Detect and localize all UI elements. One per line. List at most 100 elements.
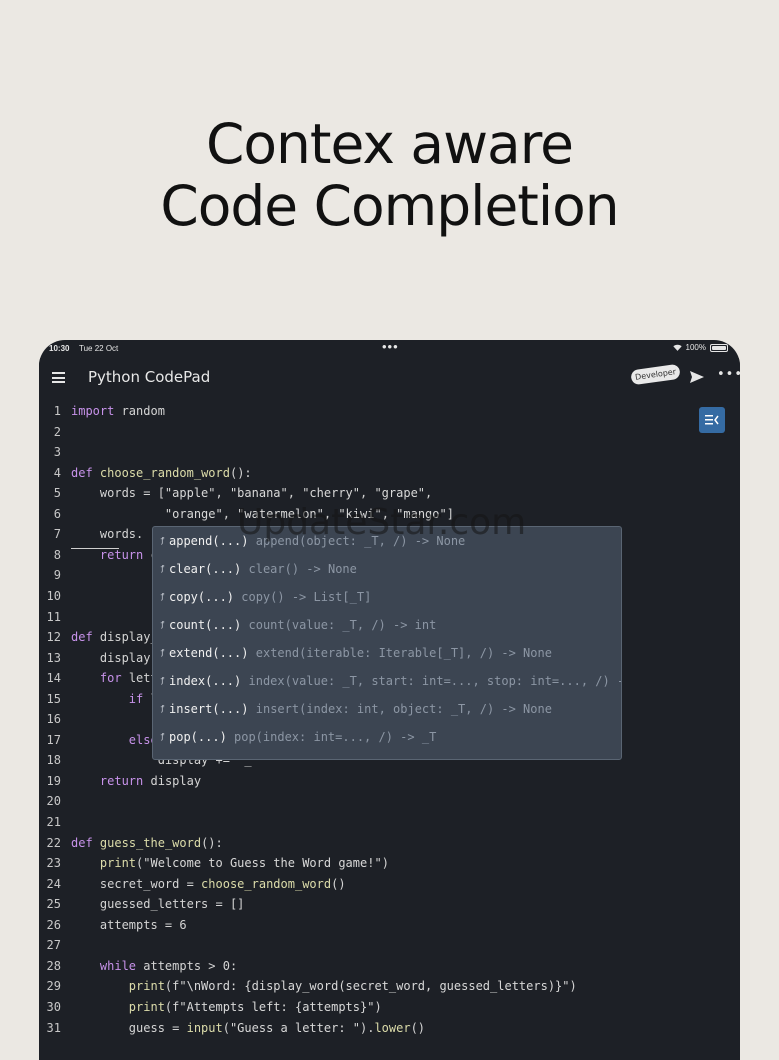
completion-detail: insert(index: int, object: _T, /) -> Non…: [255, 702, 552, 716]
error-underline: [71, 548, 119, 549]
status-date: Tue 22 Oct: [79, 344, 119, 353]
completion-name: count(...): [169, 618, 242, 632]
line-code: else: [128, 732, 158, 747]
line-number: 25: [46, 897, 61, 912]
line-code: def choose_random_word():: [71, 465, 252, 480]
line-number: 21: [46, 815, 61, 829]
completion-detail: pop(index: int=..., /) -> _T: [234, 730, 437, 744]
line-number: 14: [46, 671, 61, 686]
completion-item[interactable]: ƒ count(...) count(value: _T, /) -> int: [153, 611, 621, 639]
line-number: 18: [46, 753, 61, 768]
line-code: print(f"Attempts left: {attempts}"): [128, 999, 382, 1014]
completion-item[interactable]: ƒ pop(...) pop(index: int=..., /) -> _T: [153, 723, 621, 751]
menu-icon[interactable]: [52, 372, 65, 383]
line-code: words.: [71, 527, 144, 542]
line-code: import random: [71, 404, 165, 418]
completion-item[interactable]: ƒ copy(...) copy() -> List[_T]: [153, 583, 621, 611]
battery-percent: 100%: [685, 343, 706, 352]
line-number: 8: [53, 547, 61, 562]
line-code: print("Welcome to Guess the Word game!"): [99, 856, 389, 871]
completion-name: insert(...): [169, 702, 249, 716]
line-number: 24: [46, 876, 61, 891]
method-icon: ƒ: [160, 704, 165, 713]
completion-name: copy(...): [169, 590, 235, 604]
method-icon: ƒ: [160, 732, 165, 741]
line-code: attempts = 6: [71, 917, 187, 932]
status-indicators: 100%: [672, 343, 728, 352]
headline-line-1: Contex aware: [205, 112, 574, 176]
line-number: 31: [46, 1020, 61, 1035]
line-number: 3: [53, 445, 61, 460]
status-bar: 10:30 Tue 22 Oct ••• 100%: [39, 340, 740, 358]
line-number: 1: [53, 404, 61, 418]
line-number: 22: [46, 835, 61, 850]
line-number: 5: [53, 486, 61, 501]
line-code: print(f"\nWord: {display_word(secret_wor…: [128, 979, 577, 994]
completion-name: clear(...): [169, 562, 242, 576]
headline-line-2: Code Completion: [160, 174, 619, 238]
battery-icon: [710, 343, 728, 352]
send-icon[interactable]: [689, 369, 705, 385]
line-number: 28: [46, 958, 61, 973]
line-code: if l: [128, 691, 158, 706]
completion-item[interactable]: ƒ index(...) index(value: _T, start: int=.…: [153, 667, 621, 695]
app-bar: Python CodePad Developer •••: [39, 358, 740, 400]
method-icon: ƒ: [160, 620, 165, 629]
code-editor[interactable]: 1 import random 2 3 4 def choose_random_word(…: [39, 400, 740, 1060]
completion-item[interactable]: ƒ extend(...) extend(iterable: Iterable[_T…: [153, 639, 621, 667]
app-title: Python CodePad: [88, 368, 211, 386]
tablet-screen: 10:30 Tue 22 Oct ••• 100% Python CodePad…: [39, 340, 740, 1060]
completion-detail: index(value: _T, start: int=..., stop: i…: [248, 674, 622, 688]
line-number: 11: [46, 609, 61, 624]
line-number: 26: [46, 917, 61, 932]
completion-detail: clear() -> None: [248, 562, 357, 576]
line-number: 19: [46, 773, 61, 788]
line-code: guessed_letters = []: [71, 897, 245, 912]
line-code: secret_word = choose_random_word(): [71, 876, 346, 891]
line-number: 4: [53, 465, 61, 480]
status-time: 10:30: [49, 344, 70, 353]
method-icon: ƒ: [160, 564, 165, 573]
multitask-dots-icon[interactable]: •••: [382, 340, 399, 354]
line-number: 27: [46, 938, 61, 953]
line-number: 7: [53, 527, 61, 542]
line-code: display: [71, 650, 151, 665]
line-number: 29: [46, 979, 61, 994]
panel-toggle-icon: [705, 415, 719, 425]
line-number: 15: [46, 691, 61, 706]
headline: Contex aware Code Completion: [0, 113, 779, 237]
method-icon: ƒ: [160, 536, 165, 545]
line-code: for lett: [99, 671, 158, 686]
completion-name: index(...): [169, 674, 242, 688]
developer-badge: Developer: [630, 363, 681, 386]
line-number: 10: [46, 588, 61, 603]
line-number: 12: [46, 630, 61, 645]
completion-item[interactable]: ƒ insert(...) insert(index: int, object: _…: [153, 695, 621, 723]
panel-toggle-button[interactable]: [699, 407, 725, 433]
line-number: 23: [46, 856, 61, 871]
more-icon[interactable]: •••: [717, 367, 740, 382]
line-number: 9: [53, 568, 61, 583]
line-number: 13: [46, 650, 61, 665]
method-icon: ƒ: [160, 648, 165, 657]
line-code: def display_: [71, 630, 158, 645]
line-number: 16: [46, 712, 61, 727]
completion-detail: extend(iterable: Iterable[_T], /) -> Non…: [255, 646, 552, 660]
line-number: 17: [46, 732, 61, 747]
completion-item[interactable]: ƒ clear(...) clear() -> None: [153, 555, 621, 583]
completion-name: pop(...): [169, 730, 227, 744]
watermark: UpdateStar.com: [237, 502, 527, 543]
line-number: 30: [46, 999, 61, 1014]
completion-detail: count(value: _T, /) -> int: [248, 618, 437, 632]
method-icon: ƒ: [160, 676, 165, 685]
wifi-icon: [672, 344, 682, 351]
line-number: 2: [53, 424, 61, 439]
completion-name: extend(...): [169, 646, 249, 660]
line-code: while attempts > 0:: [99, 958, 238, 973]
line-code: words = ["apple", "banana", "cherry", "g…: [71, 486, 433, 501]
line-code: def guess_the_word():: [71, 835, 223, 850]
completion-popup: ƒ append(...) append(object: _T, /) -> Non…: [152, 526, 622, 760]
method-icon: ƒ: [160, 592, 165, 601]
completion-detail: copy() -> List[_T]: [241, 590, 372, 604]
line-code: return display: [99, 773, 202, 788]
